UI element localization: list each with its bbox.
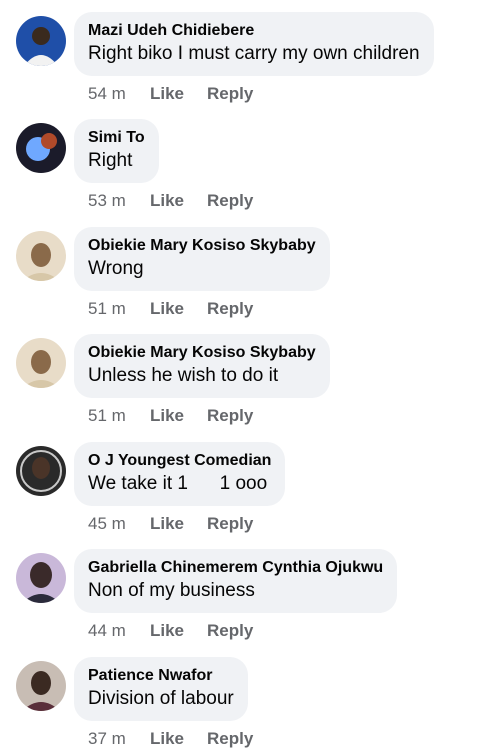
comment-item: Obiekie Mary Kosiso Skybaby Unless he wi… <box>0 328 480 435</box>
comment-actions: 53 m Like Reply <box>88 191 253 211</box>
comment-actions: 37 m Like Reply <box>88 729 253 749</box>
comment-list: Mazi Udeh Chidiebere Right biko I must c… <box>0 0 480 750</box>
reply-button[interactable]: Reply <box>207 84 253 104</box>
avatar[interactable] <box>16 231 66 281</box>
comment-item: Patience Nwafor Division of labour 37 m … <box>0 651 480 750</box>
like-button[interactable]: Like <box>150 299 207 319</box>
comment-author[interactable]: Patience Nwafor <box>88 666 234 686</box>
comment-text: Right biko I must carry my own children <box>88 43 420 64</box>
like-button[interactable]: Like <box>150 191 207 211</box>
comment-bubble: Obiekie Mary Kosiso Skybaby Unless he wi… <box>74 334 330 398</box>
like-button[interactable]: Like <box>150 621 207 641</box>
avatar[interactable] <box>16 338 66 388</box>
avatar[interactable] <box>16 661 66 711</box>
comment-author[interactable]: Gabriella Chinemerem Cynthia Ojukwu <box>88 558 383 578</box>
comment-text: We take it 1 1 ooo <box>88 473 268 494</box>
comment-item: Mazi Udeh Chidiebere Right biko I must c… <box>0 6 480 113</box>
comment-bubble: Patience Nwafor Division of labour <box>74 657 248 721</box>
avatar[interactable] <box>16 123 66 173</box>
comment-time[interactable]: 53 m <box>88 191 150 211</box>
comment-item: O J Youngest Comedian We take it 1 1 ooo… <box>0 436 480 543</box>
reply-button[interactable]: Reply <box>207 514 253 534</box>
comment-actions: 45 m Like Reply <box>88 514 253 534</box>
like-button[interactable]: Like <box>150 729 207 749</box>
comment-text: Unless he wish to do it <box>88 365 279 386</box>
like-button[interactable]: Like <box>150 406 207 426</box>
comment-bubble: Obiekie Mary Kosiso Skybaby Wrong <box>74 227 330 291</box>
comment-text: Non of my business <box>88 580 255 601</box>
comment-time[interactable]: 51 m <box>88 299 150 319</box>
comment-bubble: Simi To Right <box>74 119 159 183</box>
comment-bubble: Mazi Udeh Chidiebere Right biko I must c… <box>74 12 434 76</box>
like-button[interactable]: Like <box>150 514 207 534</box>
comment-text: Right <box>88 150 133 171</box>
comment-time[interactable]: 45 m <box>88 514 150 534</box>
comment-item: Gabriella Chinemerem Cynthia Ojukwu Non … <box>0 543 480 650</box>
comment-text: Wrong <box>88 258 144 279</box>
reply-button[interactable]: Reply <box>207 406 253 426</box>
comment-actions: 54 m Like Reply <box>88 84 253 104</box>
reply-button[interactable]: Reply <box>207 299 253 319</box>
reply-button[interactable]: Reply <box>207 191 253 211</box>
comment-author[interactable]: Mazi Udeh Chidiebere <box>88 21 420 41</box>
like-button[interactable]: Like <box>150 84 207 104</box>
comment-bubble: Gabriella Chinemerem Cynthia Ojukwu Non … <box>74 549 398 613</box>
comment-text: Division of labour <box>88 688 234 709</box>
comment-actions: 51 m Like Reply <box>88 299 253 319</box>
comment-time[interactable]: 37 m <box>88 729 150 749</box>
comment-time[interactable]: 51 m <box>88 406 150 426</box>
comment-time[interactable]: 44 m <box>88 621 150 641</box>
reply-button[interactable]: Reply <box>207 621 253 641</box>
comment-bubble: O J Youngest Comedian We take it 1 1 ooo <box>74 442 286 506</box>
comment-time[interactable]: 54 m <box>88 84 150 104</box>
comment-actions: 44 m Like Reply <box>88 621 253 641</box>
comment-author[interactable]: Simi To <box>88 128 145 148</box>
comment-item: Obiekie Mary Kosiso Skybaby Wrong 51 m L… <box>0 221 480 328</box>
reply-button[interactable]: Reply <box>207 729 253 749</box>
avatar[interactable] <box>16 553 66 603</box>
comment-author[interactable]: Obiekie Mary Kosiso Skybaby <box>88 343 316 363</box>
avatar[interactable] <box>16 16 66 66</box>
comment-actions: 51 m Like Reply <box>88 406 253 426</box>
comment-author[interactable]: O J Youngest Comedian <box>88 451 271 471</box>
avatar[interactable] <box>16 446 66 496</box>
comment-item: Simi To Right 53 m Like Reply <box>0 113 480 220</box>
comment-author[interactable]: Obiekie Mary Kosiso Skybaby <box>88 236 316 256</box>
